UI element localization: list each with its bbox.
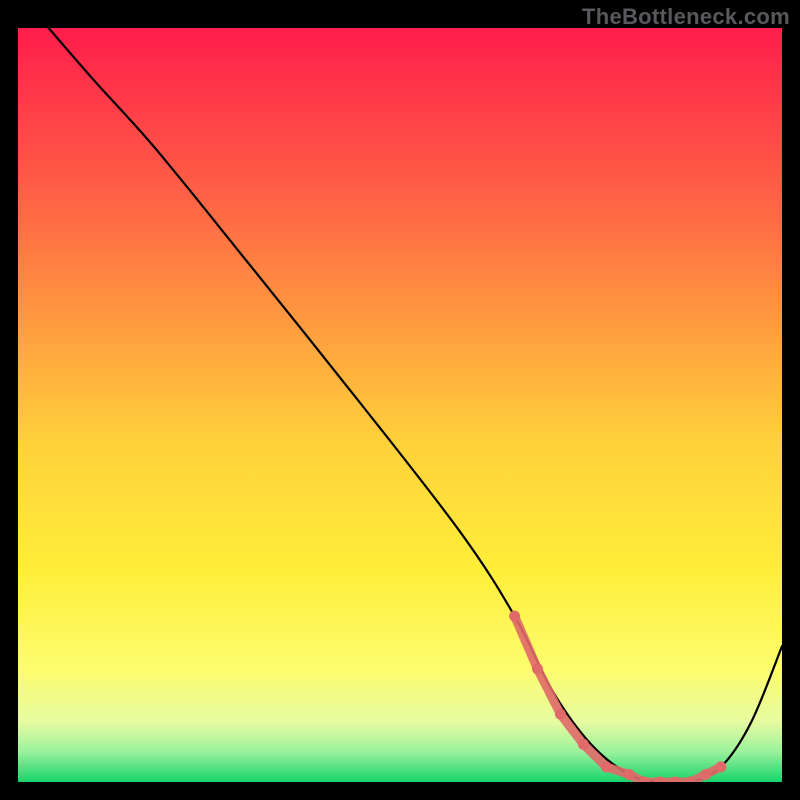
watermark-text: TheBottleneck.com [582,4,790,30]
main-curve [49,28,782,782]
chart-frame: TheBottleneck.com [0,0,800,800]
plot-area [18,28,782,782]
plot-outer [18,28,782,782]
chart-svg [18,28,782,782]
valley-highlight [509,611,726,782]
